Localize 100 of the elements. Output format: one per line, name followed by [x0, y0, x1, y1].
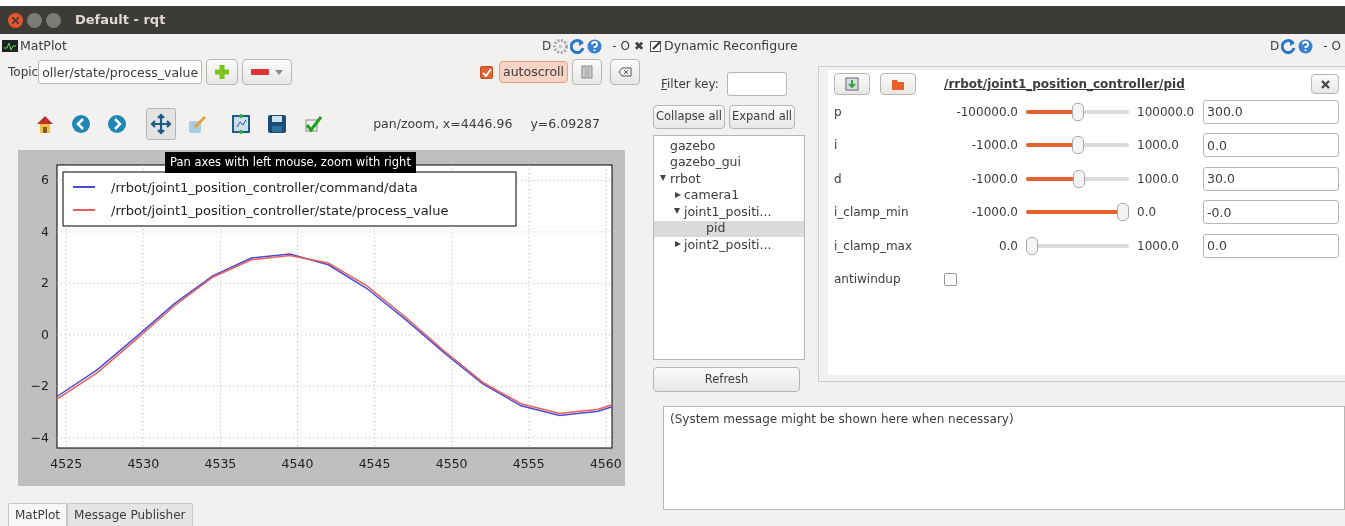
y-tick-label: 0	[41, 326, 49, 342]
y-tick-label: 6	[41, 172, 49, 188]
tree-item[interactable]: joint1_positi...	[654, 204, 804, 221]
open-button[interactable]	[880, 73, 916, 95]
pause-button[interactable]	[572, 59, 602, 85]
help-icon[interactable]	[587, 38, 603, 54]
close-button[interactable]	[1311, 74, 1339, 94]
help-icon[interactable]	[1298, 38, 1314, 54]
toolbar-button[interactable]	[146, 108, 176, 140]
slider[interactable]	[1026, 169, 1129, 188]
slider-thumb[interactable]	[1026, 236, 1038, 255]
tree-item[interactable]: gazebo_gui	[654, 154, 804, 171]
dock-letter[interactable]: D	[541, 37, 552, 55]
slider-thumb[interactable]	[1072, 169, 1085, 188]
expand-all-button[interactable]: Expand all	[728, 105, 796, 129]
collapsed-arrow-icon[interactable]	[675, 241, 681, 248]
move-arrows-icon	[150, 113, 172, 135]
range-min: -1000.0	[970, 170, 1018, 188]
edit-icon	[650, 40, 662, 52]
add-button[interactable]	[206, 59, 239, 85]
clear-button[interactable]	[610, 59, 640, 85]
backspace-icon	[618, 67, 632, 77]
slider-thumb[interactable]	[1071, 102, 1084, 121]
parameter-label: i_clamp_min	[834, 204, 910, 222]
dock-letter[interactable]: D	[1269, 37, 1280, 55]
tab[interactable]: MatPlot	[8, 503, 68, 526]
tree-item[interactable]: joint2_positi...	[654, 237, 804, 254]
range-max: 0.0	[1137, 204, 1158, 222]
download-button[interactable]	[834, 73, 870, 95]
checkbox[interactable]	[944, 272, 957, 286]
x-tick-label: 4540	[281, 456, 314, 471]
value-field[interactable]: 300.0	[1203, 99, 1339, 124]
reload-icon[interactable]	[570, 38, 586, 54]
x-tick-label: 4530	[127, 456, 160, 471]
slider[interactable]	[1026, 236, 1129, 255]
legend-label: /rrbot/joint1_position_controller/command/data	[111, 180, 418, 195]
slider-thumb[interactable]	[1117, 203, 1129, 222]
x-tick-label: 4535	[204, 456, 237, 471]
parameter-label: i	[834, 137, 839, 155]
filter-field[interactable]	[726, 72, 787, 96]
minimize-button[interactable]	[27, 12, 42, 28]
parameter-label: i_clamp_max	[834, 237, 914, 255]
remove-dropdown[interactable]	[242, 59, 293, 85]
tree-item[interactable]: rrbot	[654, 171, 804, 188]
y-tick-label: 4	[41, 223, 49, 239]
value-field[interactable]: 0.0	[1203, 233, 1339, 258]
pencil-icon	[186, 113, 208, 135]
range-max: 1000.0	[1137, 237, 1180, 255]
range-min: 0.0	[997, 237, 1018, 255]
window-title: Default - rqt	[75, 11, 166, 30]
tree-item[interactable]: camera1	[654, 187, 804, 204]
value-field[interactable]: 0.0	[1203, 133, 1339, 158]
x-tick-label: 4550	[435, 456, 468, 471]
slider[interactable]	[1026, 136, 1129, 155]
pause-icon	[580, 65, 594, 79]
tab[interactable]: Message Publisher	[67, 503, 193, 526]
x-tick-label: 4555	[512, 456, 545, 471]
value-field[interactable]: 30.0	[1203, 166, 1339, 191]
panel-title: MatPlot	[20, 36, 67, 55]
x-icon	[12, 16, 19, 24]
y-tick-label: −4	[30, 429, 49, 445]
reload-icon[interactable]	[1281, 38, 1297, 54]
collapse-all-button[interactable]: Collapse all	[653, 105, 725, 129]
tooltip: Pan axes with left mouse, zoom with right	[165, 152, 416, 174]
slider-thumb[interactable]	[1071, 136, 1084, 155]
x-tick-label: 4525	[50, 456, 83, 471]
caret-icon	[275, 69, 284, 75]
window-control[interactable]: ✖	[633, 37, 644, 55]
plus-icon	[213, 63, 232, 81]
window-control[interactable]: O	[1331, 37, 1341, 55]
coordinate-readout: pan/zoom, x=4446.96	[373, 114, 513, 133]
window-control[interactable]: -	[1323, 37, 1328, 55]
parameter-label: antiwindup	[834, 271, 902, 289]
maximize-button[interactable]	[46, 12, 61, 28]
slider[interactable]	[1026, 203, 1129, 222]
parameter-label: d	[834, 170, 843, 188]
node-path-link[interactable]: /rrbot/joint1_position_controller/pid	[944, 75, 1185, 93]
x-tick-label: 4560	[589, 456, 622, 471]
value-field[interactable]: -0.0	[1203, 200, 1339, 225]
window-control[interactable]: -	[612, 37, 617, 55]
range-min: -100000.0	[955, 103, 1018, 121]
range-max: 1000.0	[1137, 137, 1180, 155]
checkmark-icon	[302, 113, 324, 135]
range-max: 100000.0	[1137, 103, 1196, 121]
autoscroll-checkbox[interactable]	[480, 65, 493, 79]
tree-item[interactable]: gazebo	[654, 138, 804, 155]
gear-icon[interactable]	[553, 38, 569, 54]
system-message-box: (System message might be shown here when necessary)	[663, 406, 1345, 510]
refresh-button[interactable]: Refresh	[653, 367, 800, 392]
plot-icon	[2, 40, 18, 52]
expanded-arrow-icon[interactable]	[674, 208, 680, 215]
tree-item[interactable]: pid	[654, 220, 804, 237]
window-control[interactable]: O	[620, 37, 630, 55]
expanded-arrow-icon[interactable]	[660, 175, 666, 182]
collapsed-arrow-icon[interactable]	[675, 191, 681, 198]
slider[interactable]	[1026, 102, 1129, 121]
parameter-label: p	[834, 103, 843, 121]
minus-icon	[251, 69, 270, 75]
autoscroll-label[interactable]: autoscroll	[499, 60, 568, 84]
topic-field[interactable]: oller/state/process_value	[38, 60, 203, 84]
